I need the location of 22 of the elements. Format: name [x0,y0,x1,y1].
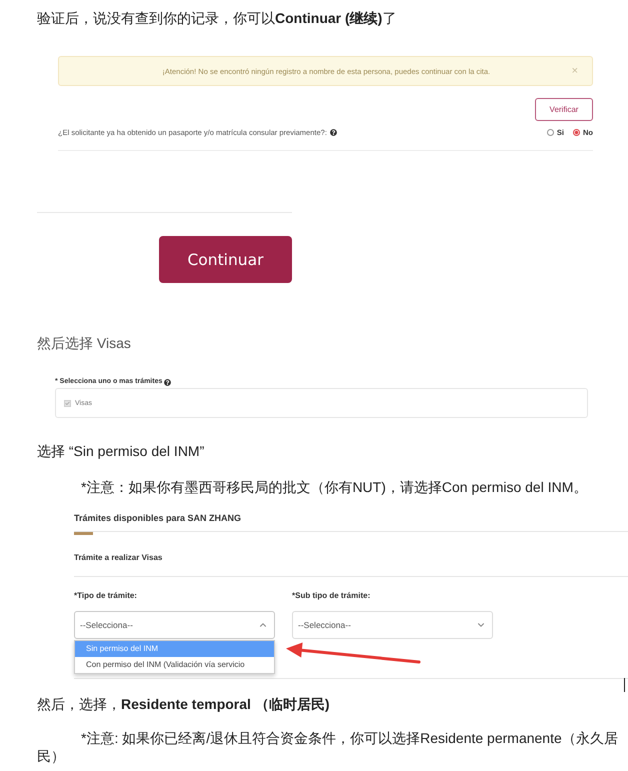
instruction-text: 验证后，说没有查到你的记录，你可以Continuar (继续)了 [37,9,398,28]
dropdown-option[interactable]: Con permiso del INM (Validación vía servicio [75,657,274,673]
field-label: *Tipo de trámite: [74,590,137,602]
select-field[interactable]: --Selecciona-- [74,611,275,639]
select-field[interactable]: --Selecciona-- [292,611,493,639]
instruction-text: 然后，选择，Residente temporal （临时居民) [37,695,330,714]
section-subtitle: Trámite a realizar Visas [74,552,162,564]
continue-button[interactable]: Continuar [159,236,292,283]
verify-button[interactable]: Verificar [535,98,593,121]
help-icon[interactable] [164,378,172,386]
title-underline [74,532,93,535]
note-text: *注意: 如果你已经离/退休且符合资金条件，你可以选择Residente permanente（永久居民） [37,729,619,765]
radio-icon[interactable] [546,128,554,136]
instruction-text: 然后选择 Visas [37,334,132,353]
radio-icon[interactable] [573,128,580,136]
field-label: *Sub tipo de trámite: [292,590,370,602]
help-icon[interactable] [330,128,337,136]
checkbox[interactable] [64,400,71,406]
note-text: *注意：如果你有墨西哥移民局的批文（你有NUT)，请选择Con permiso del INM。 [80,478,588,497]
text-cursor [624,678,625,692]
instruction-text: 选择 “Sin permiso del INM” [37,442,206,461]
section-title: Trámites disponibles para SAN ZHANG [74,512,242,525]
